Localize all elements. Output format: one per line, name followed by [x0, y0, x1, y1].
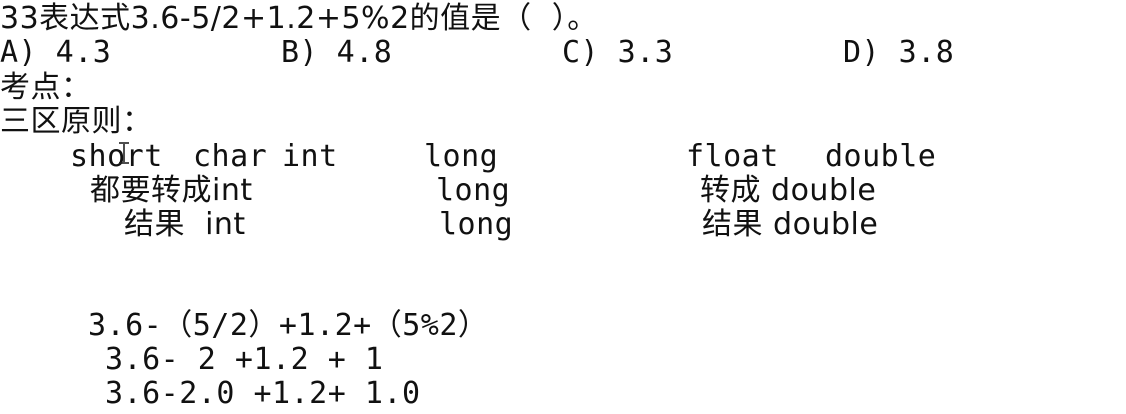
text-cursor-icon: [118, 142, 130, 164]
document-page: 33表达式3.6-5/2+1.2+5%2的值是（ ）。 A) 4.3 B) 4.…: [0, 0, 1126, 414]
type-long: long: [424, 139, 499, 174]
option-d: D) 3.8: [843, 35, 955, 70]
convert-int-note: 都要转成int: [90, 173, 253, 208]
work-line-2: 3.6- 2 +1.2 + 1: [105, 342, 384, 377]
option-c: C) 3.3: [562, 35, 674, 70]
convert-long-note: long: [436, 173, 511, 208]
option-b: B) 4.8: [281, 35, 393, 70]
type-char: char: [193, 139, 268, 174]
option-a: A) 4.3: [0, 35, 112, 70]
kaodian-heading: 考点：: [0, 70, 92, 105]
result-double-note: 结果 double: [702, 207, 879, 242]
type-short: short: [70, 139, 163, 174]
result-int-note: 结果 int: [124, 207, 246, 242]
type-int: int: [282, 139, 338, 174]
work-line-3: 3.6-2.0 +1.2+ 1.0: [105, 376, 421, 411]
type-float: float: [686, 139, 779, 174]
type-double: double: [825, 139, 937, 174]
question-stem: 33表达式3.6-5/2+1.2+5%2的值是（ ）。: [0, 1, 598, 36]
sanqu-heading: 三区原则：: [0, 104, 153, 139]
convert-double-note: 转成 double: [700, 173, 877, 208]
result-long-note: long: [439, 207, 514, 242]
work-line-1: 3.6-（5/2）+1.2+（5%2）: [88, 308, 489, 343]
